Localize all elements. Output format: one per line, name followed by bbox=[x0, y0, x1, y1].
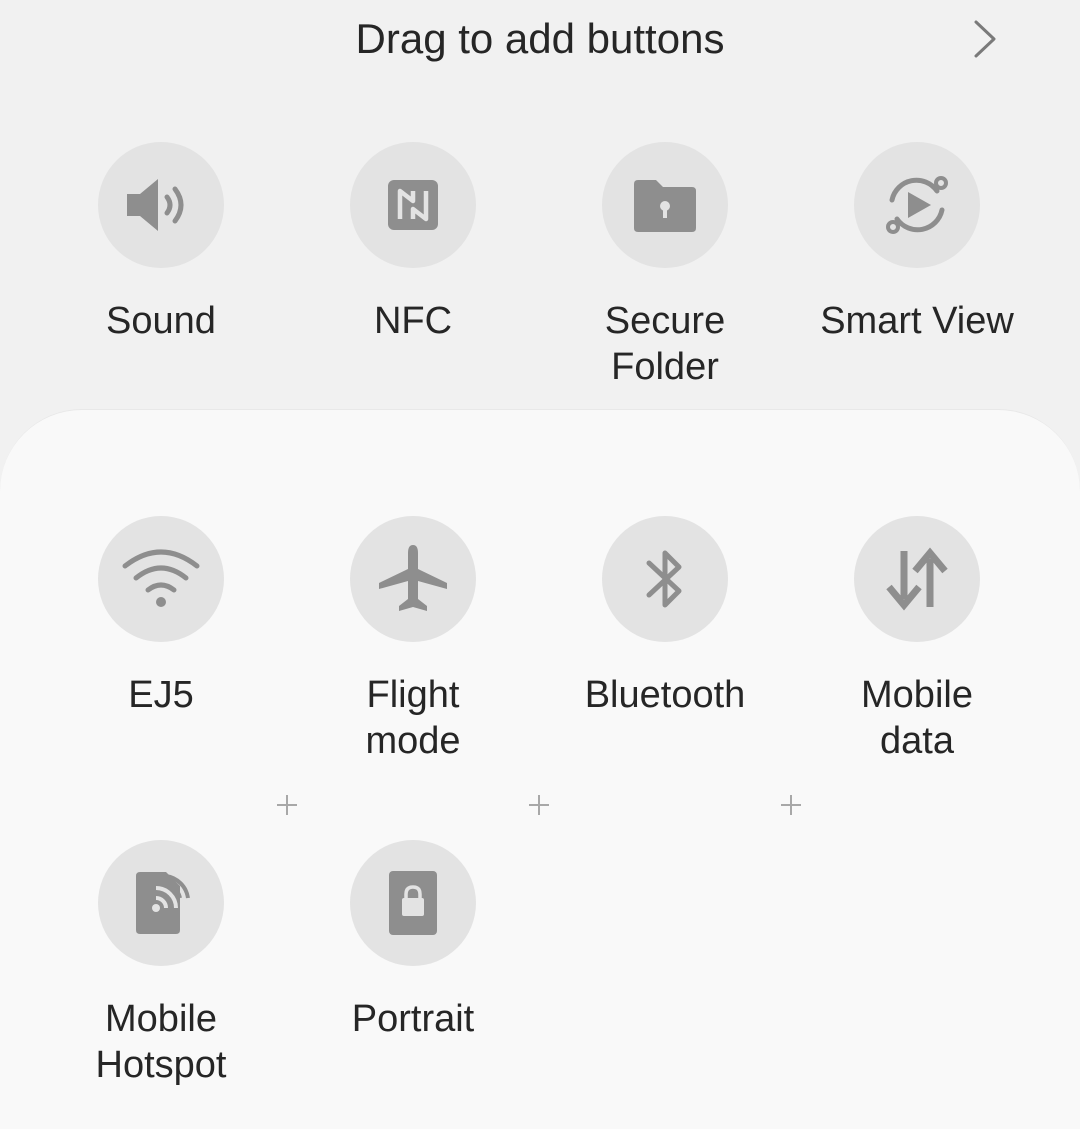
plus-icon bbox=[277, 795, 297, 815]
sound-icon bbox=[127, 179, 184, 231]
smart-view-button-circle[interactable] bbox=[854, 142, 980, 268]
secure-folder-label: Secure Folder bbox=[604, 300, 726, 388]
active-button-mobile-hotspot[interactable]: Mobile Hotspot bbox=[35, 840, 287, 1088]
nfc-label: NFC bbox=[373, 300, 453, 342]
nfc-icon bbox=[388, 180, 438, 230]
portrait-label: Portrait bbox=[351, 998, 475, 1040]
wifi-button-circle[interactable] bbox=[98, 516, 224, 642]
nfc-button-circle[interactable] bbox=[350, 142, 476, 268]
available-button-sound[interactable]: Sound bbox=[35, 142, 287, 344]
sound-label: Sound bbox=[106, 300, 216, 342]
chevron-right-icon bbox=[974, 20, 996, 58]
mobile-data-label: Mobile data bbox=[861, 674, 973, 762]
smart-view-icon bbox=[886, 176, 948, 234]
next-button[interactable] bbox=[962, 16, 1008, 62]
bluetooth-label: Bluetooth bbox=[584, 674, 746, 716]
wifi-icon bbox=[122, 549, 200, 607]
mobile-data-icon bbox=[886, 547, 948, 611]
bluetooth-icon bbox=[646, 550, 682, 608]
sound-button-circle[interactable] bbox=[98, 142, 224, 268]
airplane-icon bbox=[379, 545, 447, 611]
mobile-hotspot-button-circle[interactable] bbox=[98, 840, 224, 966]
active-button-flight-mode[interactable]: Flight mode bbox=[287, 516, 539, 764]
wifi-label: EJ5 bbox=[128, 674, 194, 716]
mobile-data-button-circle[interactable] bbox=[854, 516, 980, 642]
page-title: Drag to add buttons bbox=[355, 15, 725, 62]
active-button-wifi[interactable]: EJ5 bbox=[35, 516, 287, 718]
active-buttons-panel: EJ5 Flight mode Bluetooth Mobile data Mo… bbox=[0, 409, 1080, 1129]
flight-mode-label: Flight mode bbox=[365, 674, 461, 762]
drop-slot[interactable] bbox=[776, 790, 806, 820]
flight-mode-button-circle[interactable] bbox=[350, 516, 476, 642]
drop-slot[interactable] bbox=[272, 790, 302, 820]
available-button-smart-view[interactable]: Smart View bbox=[791, 142, 1043, 344]
secure-folder-icon bbox=[634, 180, 696, 232]
available-button-nfc[interactable]: NFC bbox=[287, 142, 539, 344]
mobile-hotspot-label: Mobile Hotspot bbox=[95, 998, 227, 1086]
plus-icon bbox=[781, 795, 801, 815]
hotspot-icon bbox=[136, 872, 190, 934]
portrait-button-circle[interactable] bbox=[350, 840, 476, 966]
active-button-mobile-data[interactable]: Mobile data bbox=[791, 516, 1043, 764]
drop-slot[interactable] bbox=[524, 790, 554, 820]
smart-view-label: Smart View bbox=[820, 300, 1014, 342]
plus-icon bbox=[529, 795, 549, 815]
portrait-lock-icon bbox=[389, 871, 437, 935]
active-button-bluetooth[interactable]: Bluetooth bbox=[539, 516, 791, 718]
available-buttons-section: Sound NFC Secure Folder Smart View bbox=[0, 80, 1080, 410]
secure-folder-button-circle[interactable] bbox=[602, 142, 728, 268]
bluetooth-button-circle[interactable] bbox=[602, 516, 728, 642]
active-button-portrait[interactable]: Portrait bbox=[287, 840, 539, 1042]
available-button-secure-folder[interactable]: Secure Folder bbox=[539, 142, 791, 390]
header: Drag to add buttons bbox=[0, 0, 1080, 80]
